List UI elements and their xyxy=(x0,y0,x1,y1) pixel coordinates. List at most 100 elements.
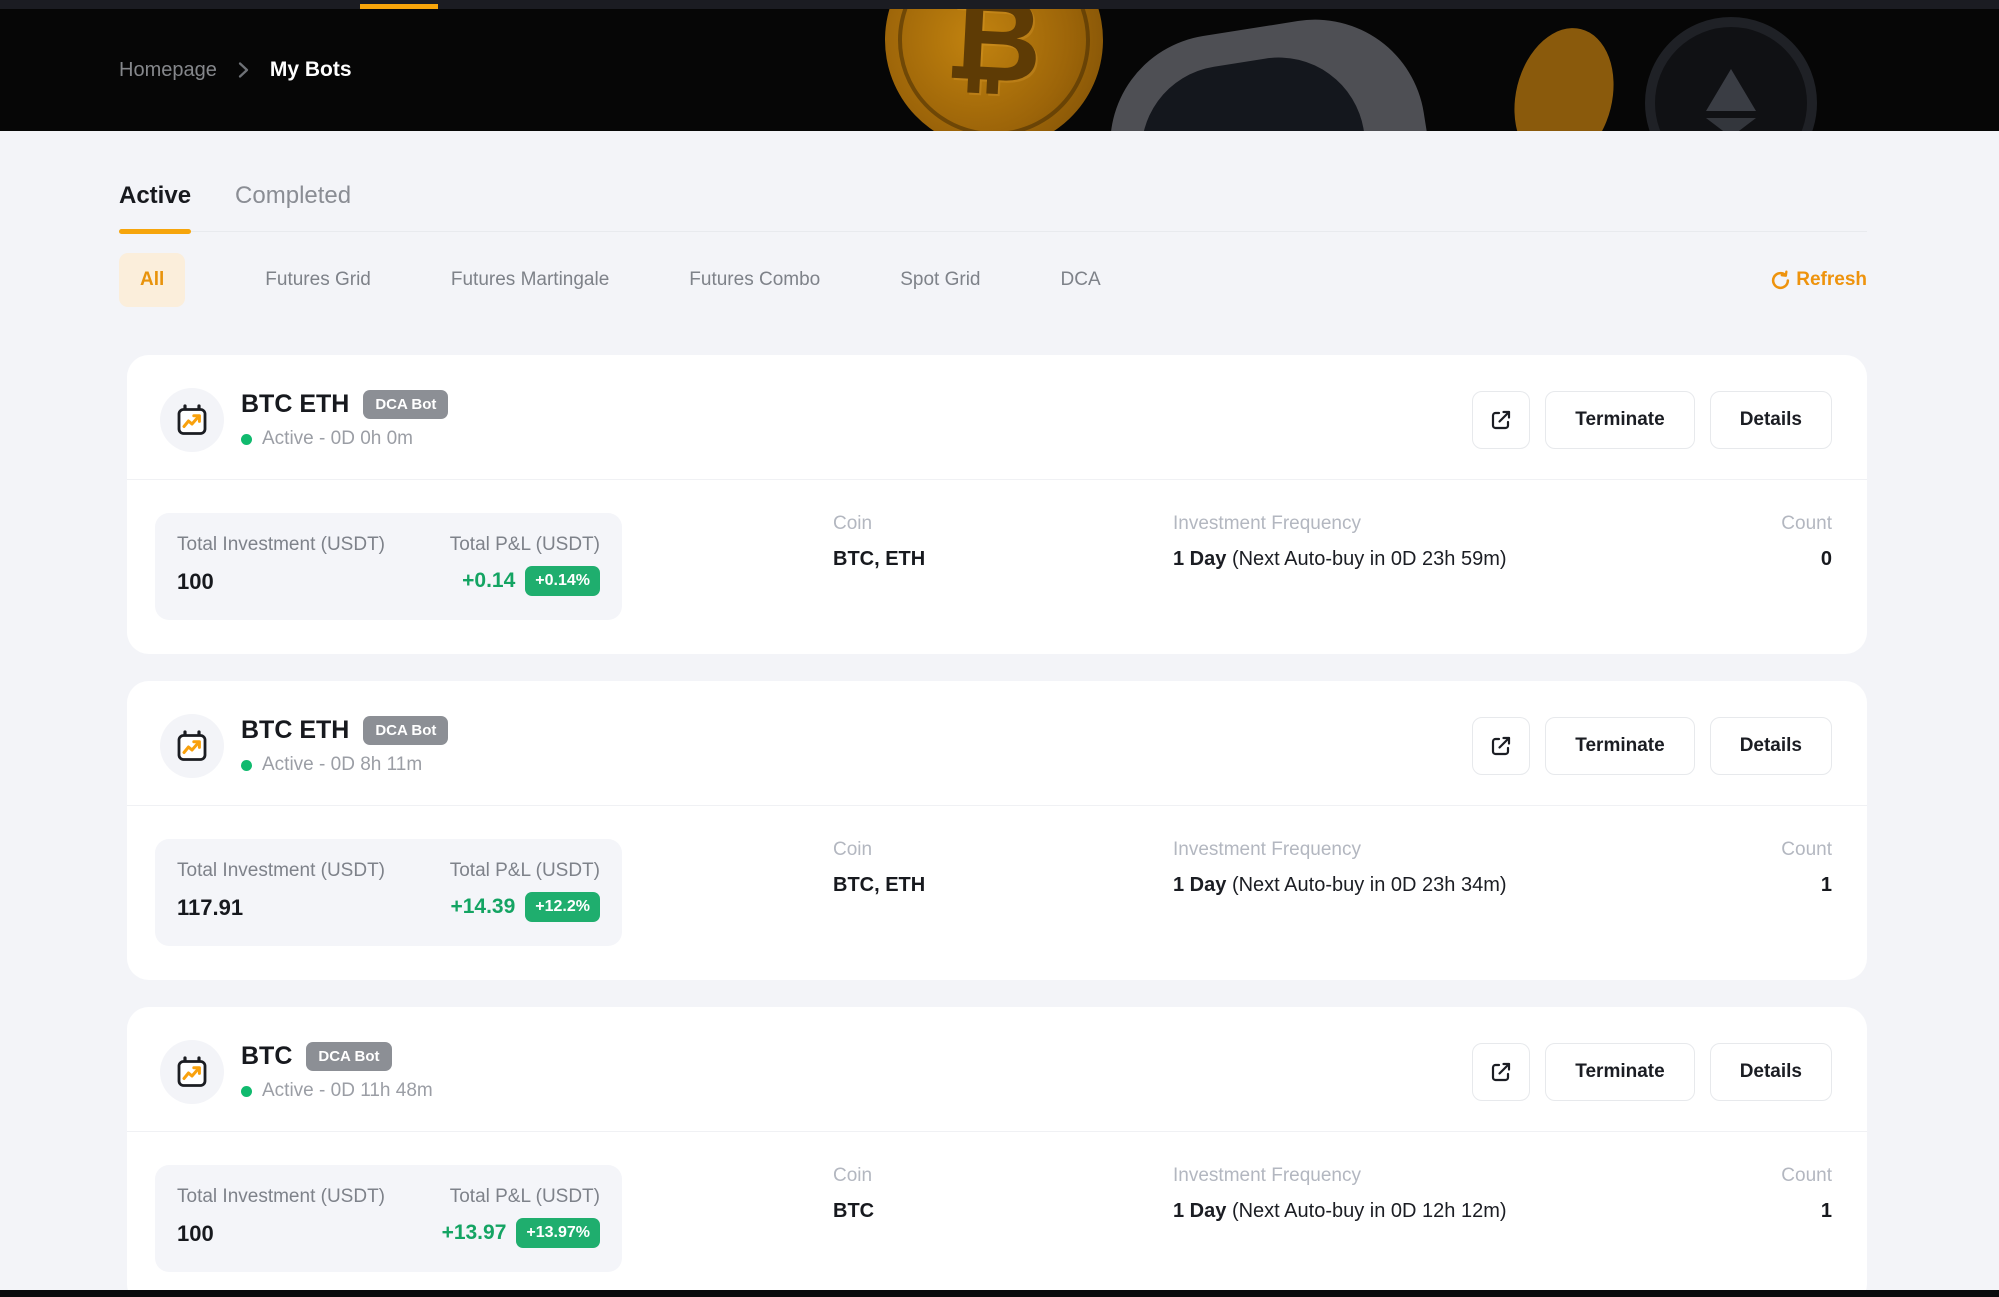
bot-title: BTC xyxy=(241,1042,292,1071)
coin-value: BTC, ETH xyxy=(833,874,1073,897)
coin-value: BTC xyxy=(833,1200,1073,1223)
filter-dca[interactable]: DCA xyxy=(1061,269,1101,291)
robot-illustration xyxy=(1094,9,1445,131)
bot-type-badge: DCA Bot xyxy=(363,390,448,419)
terminate-button[interactable]: Terminate xyxy=(1545,391,1694,449)
filter-futures-grid[interactable]: Futures Grid xyxy=(265,269,371,291)
external-link-icon xyxy=(1489,1060,1513,1084)
tab-active[interactable]: Active xyxy=(119,182,191,231)
bot-card-stats: Total Investment (USDT) 100 Total P&L (U… xyxy=(127,1132,1867,1297)
card-actions: Terminate Details xyxy=(1472,1043,1832,1101)
frequency-block: Investment Frequency 1 Day (Next Auto-bu… xyxy=(1173,839,1702,897)
eth-glyph-top xyxy=(1706,69,1756,111)
frequency-value: 1 Day (Next Auto-buy in 0D 23h 34m) xyxy=(1173,874,1702,897)
terminate-button[interactable]: Terminate xyxy=(1545,717,1694,775)
investment-pnl-panel: Total Investment (USDT) 100 Total P&L (U… xyxy=(155,1165,622,1272)
frequency-period: 1 Day xyxy=(1173,1200,1226,1222)
bot-identity: BTC DCA Bot Active - 0D 11h 48m xyxy=(241,1042,433,1102)
frequency-label: Investment Frequency xyxy=(1173,513,1702,535)
bot-card-list: BTC ETH DCA Bot Active - 0D 0h 0m xyxy=(127,355,1867,1297)
tab-completed[interactable]: Completed xyxy=(235,182,351,231)
btc-coin-illustration: ₿ xyxy=(868,9,1121,131)
terminate-button[interactable]: Terminate xyxy=(1545,1043,1694,1101)
investment-pnl-panel: Total Investment (USDT) 100 Total P&L (U… xyxy=(155,513,622,620)
coin-value: BTC, ETH xyxy=(833,548,1073,571)
pnl-percent-badge: +0.14% xyxy=(525,566,600,596)
bot-card-header: BTC ETH DCA Bot Active - 0D 0h 0m xyxy=(127,355,1867,480)
calendar-trend-icon xyxy=(174,402,210,438)
page-header: ₿ Homepage My Bots xyxy=(0,9,1999,131)
total-pnl-block: Total P&L (USDT) +0.14 +0.14% xyxy=(450,534,600,596)
frequency-period: 1 Day xyxy=(1173,548,1226,570)
details-button[interactable]: Details xyxy=(1710,391,1832,449)
total-pnl-label: Total P&L (USDT) xyxy=(450,534,600,556)
count-value: 1 xyxy=(1702,1200,1832,1223)
bot-title: BTC ETH xyxy=(241,716,349,745)
chevron-right-icon xyxy=(237,60,250,80)
coin-illustration xyxy=(1500,17,1627,131)
coin-block: Coin BTC xyxy=(833,1165,1073,1223)
open-bot-button[interactable] xyxy=(1472,717,1530,775)
refresh-icon xyxy=(1770,270,1791,291)
pnl-value: +13.97 xyxy=(442,1221,507,1245)
bot-avatar xyxy=(160,1040,224,1104)
refresh-button[interactable]: Refresh xyxy=(1770,269,1867,291)
frequency-block: Investment Frequency 1 Day (Next Auto-bu… xyxy=(1173,1165,1702,1223)
total-investment-value: 100 xyxy=(177,1221,385,1247)
eth-glyph-bottom xyxy=(1706,118,1756,131)
investment-pnl-panel: Total Investment (USDT) 117.91 Total P&L… xyxy=(155,839,622,946)
count-block: Count 0 xyxy=(1702,513,1832,571)
bot-identity: BTC ETH DCA Bot Active - 0D 0h 0m xyxy=(241,390,448,450)
bot-card: BTC ETH DCA Bot Active - 0D 0h 0m xyxy=(127,355,1867,654)
count-value: 0 xyxy=(1702,548,1832,571)
open-bot-button[interactable] xyxy=(1472,1043,1530,1101)
calendar-trend-icon xyxy=(174,728,210,764)
external-link-icon xyxy=(1489,734,1513,758)
bot-status: Active - 0D 11h 48m xyxy=(262,1080,433,1102)
details-button[interactable]: Details xyxy=(1710,1043,1832,1101)
frequency-value: 1 Day (Next Auto-buy in 0D 12h 12m) xyxy=(1173,1200,1702,1223)
pnl-percent-badge: +13.97% xyxy=(516,1218,600,1248)
total-investment-block: Total Investment (USDT) 100 xyxy=(177,1186,385,1248)
top-nav-strip xyxy=(0,0,1999,9)
pnl-value: +0.14 xyxy=(462,569,515,593)
coin-block: Coin BTC, ETH xyxy=(833,513,1073,571)
tab-bar: Active Completed xyxy=(119,131,1867,232)
filter-bar: All Futures Grid Futures Martingale Futu… xyxy=(119,253,1867,307)
card-actions: Terminate Details xyxy=(1472,391,1832,449)
total-investment-label: Total Investment (USDT) xyxy=(177,860,385,882)
total-investment-block: Total Investment (USDT) 100 xyxy=(177,534,385,596)
coin-block: Coin BTC, ETH xyxy=(833,839,1073,897)
filter-futures-combo[interactable]: Futures Combo xyxy=(689,269,820,291)
btc-symbol: ₿ xyxy=(879,9,1108,131)
bot-card-header: BTC DCA Bot Active - 0D 11h 48m xyxy=(127,1007,1867,1132)
calendar-trend-icon xyxy=(174,1054,210,1090)
nav-active-underline xyxy=(360,4,438,9)
coin-label: Coin xyxy=(833,513,1073,535)
bot-card-stats: Total Investment (USDT) 100 Total P&L (U… xyxy=(127,480,1867,654)
card-actions: Terminate Details xyxy=(1472,717,1832,775)
total-pnl-label: Total P&L (USDT) xyxy=(450,860,600,882)
breadcrumb-homepage-link[interactable]: Homepage xyxy=(119,59,217,82)
frequency-note: (Next Auto-buy in 0D 12h 12m) xyxy=(1232,1200,1507,1222)
count-value: 1 xyxy=(1702,874,1832,897)
count-label: Count xyxy=(1702,839,1832,861)
total-pnl-block: Total P&L (USDT) +14.39 +12.2% xyxy=(450,860,600,922)
bot-type-badge: DCA Bot xyxy=(363,716,448,745)
open-bot-button[interactable] xyxy=(1472,391,1530,449)
eth-coin-illustration xyxy=(1645,17,1817,131)
total-investment-block: Total Investment (USDT) 117.91 xyxy=(177,860,385,922)
details-button[interactable]: Details xyxy=(1710,717,1832,775)
total-investment-label: Total Investment (USDT) xyxy=(177,1186,385,1208)
filter-spot-grid[interactable]: Spot Grid xyxy=(900,269,980,291)
bottom-edge-strip xyxy=(0,1290,1999,1297)
frequency-period: 1 Day xyxy=(1173,874,1226,896)
count-block: Count 1 xyxy=(1702,1165,1832,1223)
frequency-value: 1 Day (Next Auto-buy in 0D 23h 59m) xyxy=(1173,548,1702,571)
filter-all[interactable]: All xyxy=(119,253,185,307)
bot-card: BTC ETH DCA Bot Active - 0D 8h 11m xyxy=(127,681,1867,980)
filter-futures-martingale[interactable]: Futures Martingale xyxy=(451,269,609,291)
frequency-block: Investment Frequency 1 Day (Next Auto-bu… xyxy=(1173,513,1702,571)
frequency-note: (Next Auto-buy in 0D 23h 59m) xyxy=(1232,548,1507,570)
bot-card-stats: Total Investment (USDT) 117.91 Total P&L… xyxy=(127,806,1867,980)
